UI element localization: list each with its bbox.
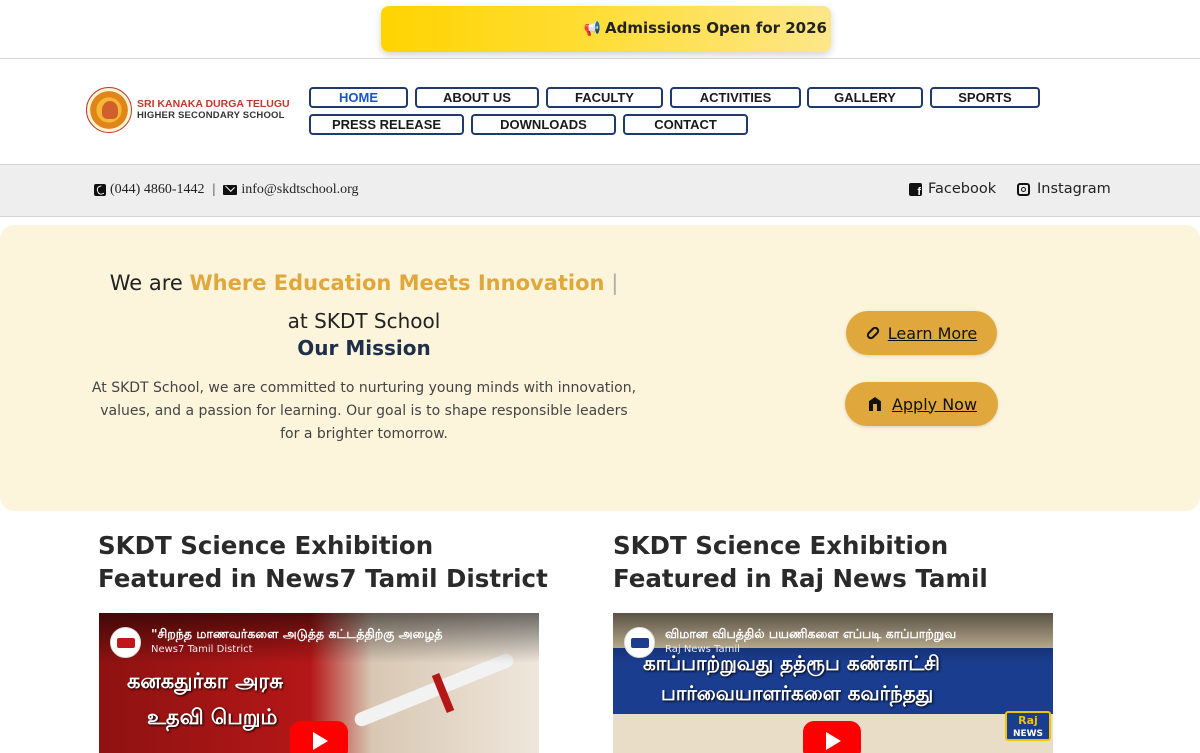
nav-home[interactable]: HOME [309,87,408,108]
mission-title: Our Mission [297,336,431,360]
nav-faculty[interactable]: FACULTY [546,87,663,108]
site-header: SRI KANAKA DURGA TELUGU HIGHER SECONDARY… [0,59,1200,164]
contact-separator: | [212,182,216,197]
megaphone-icon: 📢 [583,21,601,37]
mail-icon [223,185,238,195]
nav-about-us[interactable]: ABOUT US [415,87,539,108]
nav-gallery[interactable]: GALLERY [807,87,923,108]
school-logo[interactable]: SRI KANAKA DURGA TELUGU HIGHER SECONDARY… [86,87,290,133]
instagram-link[interactable]: Instagram [1017,181,1111,197]
instagram-label: Instagram [1037,181,1111,197]
nav-contact[interactable]: CONTACT [623,114,748,135]
typing-caret: | [611,271,619,295]
phone-icon [94,184,106,196]
instagram-icon [1017,182,1030,196]
announcement-banner[interactable]: 📢 Admissions Open for 2026 [381,6,831,52]
nav-activities[interactable]: ACTIVITIES [670,87,801,108]
hero-highlight: Where Education Meets Innovation [189,271,605,295]
learn-more-button[interactable]: Learn More [846,311,997,355]
news-title-1: SKDT Science Exhibition Featured in News… [98,531,548,593]
nav-downloads[interactable]: DOWNLOADS [471,114,616,135]
hero-prefix: We are [109,271,190,295]
news-title-2: SKDT Science Exhibition Featured in Raj … [613,531,988,593]
raj-news-badge: Raj NEWS [1005,711,1051,741]
phone-number[interactable]: (044) 4860-1442 [110,182,205,198]
video-overlay-text: காப்பாற்றுவது தத்ரூப கண்காட்சி [643,651,940,675]
contact-bar: (044) 4860-1442 | info@skdtschool.org Fa… [0,164,1200,217]
announcement-text: Admissions Open for 2026 [604,19,827,37]
video-title[interactable]: "சிறந்த மாணவர்களை அடுத்த கட்டத்திற்கு அழ… [151,626,526,643]
airplane-model [352,651,516,729]
news7-channel-icon[interactable] [110,627,141,658]
video-channel[interactable]: News7 Tamil District [151,644,253,655]
school-seal-icon [86,87,132,133]
facebook-label: Facebook [928,181,997,197]
hero-section: We are Where Education Meets Innovation … [0,225,1200,511]
mission-description: At SKDT School, we are committed to nurt… [91,380,637,442]
video-overlay-text: கனகதுர்கா அரசு [127,669,284,693]
hero-heading: We are Where Education Meets Innovation … [0,271,728,295]
announcement-bar: 📢 Admissions Open for 2026 [0,0,1200,59]
video-overlay-text: பார்வையாளர்களை கவர்ந்தது [661,681,934,705]
learn-more-label: Learn More [887,323,978,343]
nav-sports[interactable]: SPORTS [930,87,1040,108]
logo-name-line2: HIGHER SECONDARY SCHOOL [137,110,285,121]
logo-name-line1: SRI KANAKA DURGA TELUGU [137,98,290,110]
apply-now-button[interactable]: Apply Now [845,382,998,426]
email-address[interactable]: info@skdtschool.org [241,182,358,198]
video-title[interactable]: விமான விபத்தில் பயணிகளை எப்படி காப்பாற்ற… [665,626,1040,643]
school-icon [866,397,884,411]
play-icon[interactable] [803,721,861,753]
nav-press-release[interactable]: PRESS RELEASE [309,114,464,135]
video-overlay-text: உதவி பெறும் [147,705,278,729]
hero-subtitle: at SKDT School [287,309,441,333]
apply-now-label: Apply Now [891,394,978,414]
facebook-icon [909,182,922,198]
video-embed-raj-news[interactable]: விமான விபத்தில் பயணிகளை எப்படி காப்பாற்ற… [613,613,1053,753]
link-icon [864,325,881,341]
play-icon[interactable] [290,721,348,753]
facebook-link[interactable]: Facebook [909,181,997,198]
video-embed-news7[interactable]: "சிறந்த மாணவர்களை அடுத்த கட்டத்திற்கு அழ… [99,613,539,753]
